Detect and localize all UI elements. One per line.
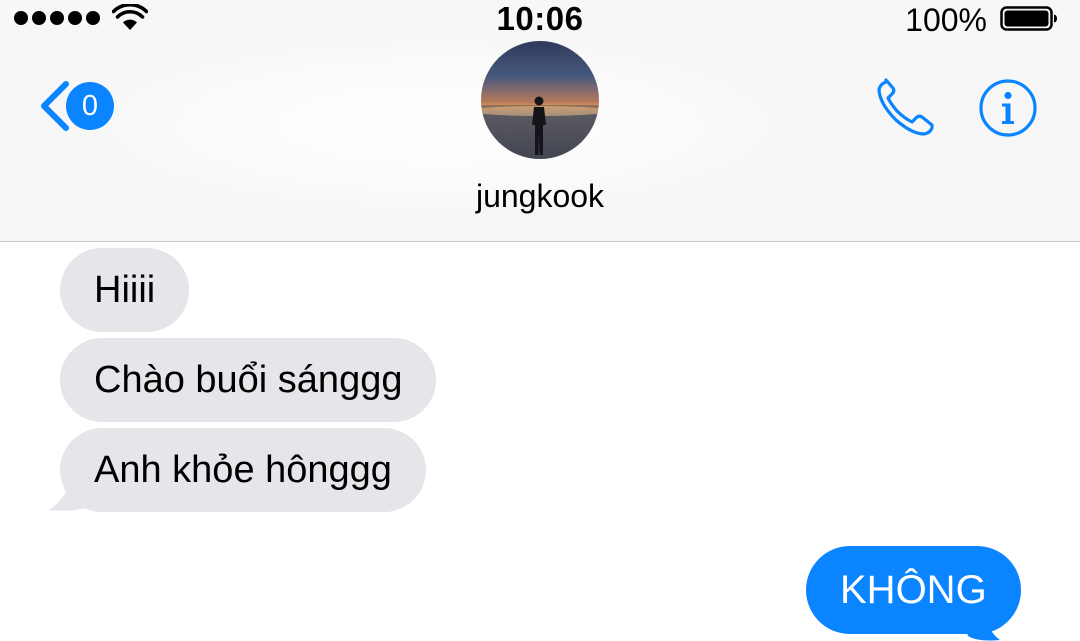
unread-count-badge: 0	[66, 82, 114, 130]
incoming-message-bubble[interactable]: Anh khỏe hônggg	[60, 428, 426, 512]
phone-icon[interactable]	[872, 78, 936, 138]
avatar-silhouette	[481, 96, 599, 159]
outgoing-message-bubble[interactable]: KHÔNG	[806, 546, 1021, 634]
contact-avatar[interactable]	[481, 41, 599, 159]
incoming-message-bubble[interactable]: Chào buổi sánggg	[60, 338, 437, 422]
battery-percentage: 100%	[905, 2, 987, 38]
contact-name[interactable]: jungkook	[0, 176, 1080, 216]
info-icon[interactable]	[978, 78, 1038, 138]
battery-icon	[1000, 6, 1057, 31]
navigation-header: 10:06 100% 0 jungkook	[0, 0, 1080, 242]
incoming-message-bubble[interactable]: Hiiii	[60, 248, 190, 332]
back-button[interactable]: 0	[36, 78, 122, 134]
